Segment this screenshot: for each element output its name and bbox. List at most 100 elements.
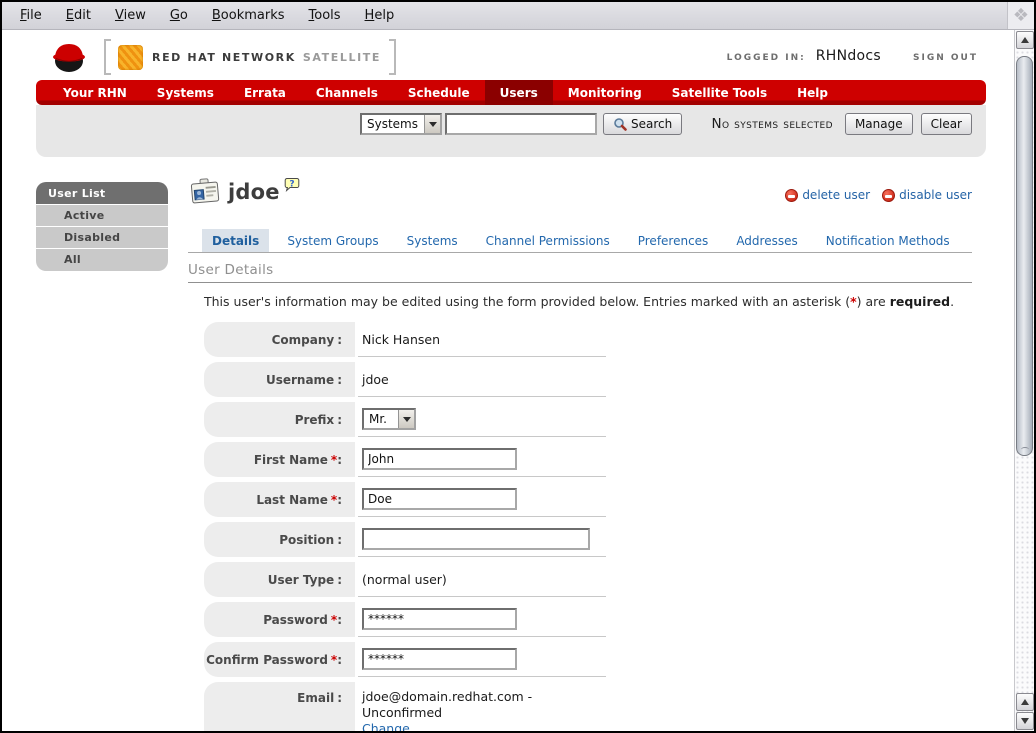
redhat-shadowman-logo-icon: [48, 38, 90, 76]
confirm-password-cell: [358, 642, 606, 677]
menu-go[interactable]: Go: [158, 4, 200, 27]
first-name-input[interactable]: [362, 448, 517, 470]
prefix-select-value: Mr.: [364, 410, 398, 428]
position-label: Position:: [204, 522, 355, 557]
form-row-last-name: Last Name*:: [204, 482, 606, 517]
delete-user-link[interactable]: delete user: [785, 188, 870, 202]
email-value: jdoe@domain.redhat.com - Unconfirmed: [362, 689, 606, 721]
disable-user-link[interactable]: disable user: [882, 188, 972, 202]
tab-details[interactable]: Details: [202, 229, 269, 252]
clear-button[interactable]: Clear: [921, 113, 972, 135]
username-label: Username:: [204, 362, 355, 397]
form-row-email: Email: jdoe@domain.redhat.com - Unconfir…: [204, 682, 606, 731]
user-type-value: (normal user): [358, 562, 606, 597]
tab-preferences[interactable]: Preferences: [628, 229, 719, 252]
nav-systems[interactable]: Systems: [142, 80, 229, 105]
product-name: RED HAT NETWORKSATELLITE: [152, 51, 389, 64]
form-row-user-type: User Type: (normal user): [204, 562, 606, 597]
user-type-label: User Type:: [204, 562, 355, 597]
intro-text: This user's information may be edited us…: [204, 294, 972, 309]
bracket-left: [104, 39, 111, 75]
scrollbar-thumb[interactable]: [1016, 56, 1033, 456]
tab-addresses[interactable]: Addresses: [726, 229, 807, 252]
menu-edit[interactable]: Edit: [54, 4, 103, 27]
first-name-cell: [358, 442, 606, 477]
select-dropdown-button[interactable]: [424, 115, 440, 133]
menu-help[interactable]: Help: [353, 4, 407, 27]
sidebar-item-disabled[interactable]: Disabled: [36, 226, 168, 248]
sidebar-user-list: User List Active Disabled All: [36, 182, 168, 271]
email-label: Email:: [204, 682, 355, 731]
disable-icon: [882, 189, 895, 202]
nav-schedule[interactable]: Schedule: [393, 80, 485, 105]
scroll-down-button[interactable]: [1016, 712, 1034, 730]
email-cell: jdoe@domain.redhat.com - Unconfirmed Cha…: [358, 682, 606, 731]
tab-systems[interactable]: Systems: [397, 229, 468, 252]
sidebar-title: User List: [36, 182, 168, 204]
sign-out-link[interactable]: Sign out: [913, 53, 978, 63]
vertical-scrollbar[interactable]: [1014, 30, 1034, 731]
browser-throbber-icon: ❖: [1007, 2, 1034, 29]
menu-view[interactable]: View: [103, 4, 158, 27]
system-selection-group: No systems selected Manage Clear: [711, 113, 972, 135]
section-heading: User Details: [188, 262, 972, 283]
company-label: Company:: [204, 322, 355, 357]
nav-help[interactable]: Help: [782, 80, 843, 105]
manage-button[interactable]: Manage: [845, 113, 913, 135]
form-row-first-name: First Name*:: [204, 442, 606, 477]
chevron-down-icon: [403, 417, 411, 422]
sidebar-item-active[interactable]: Active: [36, 204, 168, 226]
product-suffix: SATELLITE: [303, 51, 381, 64]
scroll-up-button[interactable]: [1016, 31, 1034, 49]
first-name-label: First Name*:: [204, 442, 355, 477]
menu-bookmarks[interactable]: Bookmarks: [200, 4, 297, 27]
page-title-row: jdoe ?: [190, 178, 300, 206]
bracket-right: [389, 39, 396, 75]
logged-in-username: RHNdocs: [816, 48, 881, 64]
help-icon[interactable]: ?: [284, 177, 300, 193]
form-row-prefix: Prefix: Mr.: [204, 402, 606, 437]
form-row-confirm-password: Confirm Password*:: [204, 642, 606, 677]
select-dropdown-button[interactable]: [398, 410, 414, 428]
detail-tabs: Details System Groups Systems Channel Pe…: [188, 227, 972, 253]
username-value: jdoe: [358, 362, 606, 397]
nav-users[interactable]: Users: [485, 80, 553, 105]
arrow-up-icon: [1021, 37, 1029, 43]
scroll-up-button-bottom[interactable]: [1016, 693, 1034, 711]
tab-channel-permissions[interactable]: Channel Permissions: [476, 229, 620, 252]
password-input[interactable]: [362, 608, 517, 630]
arrow-up-icon: [1021, 699, 1029, 705]
nav-your-rhn[interactable]: Your RHN: [48, 80, 142, 105]
disable-user-label: disable user: [899, 188, 972, 202]
nav-monitoring[interactable]: Monitoring: [553, 80, 657, 105]
chevron-down-icon: [429, 122, 437, 127]
nav-satellite-tools[interactable]: Satellite Tools: [657, 80, 782, 105]
position-input[interactable]: [362, 528, 590, 550]
search-category-value: Systems: [362, 115, 424, 133]
password-cell: [358, 602, 606, 637]
sidebar-item-all[interactable]: All: [36, 248, 168, 271]
prefix-label: Prefix:: [204, 402, 355, 437]
form-row-password: Password*:: [204, 602, 606, 637]
last-name-cell: [358, 482, 606, 517]
change-email-link[interactable]: Change: [362, 721, 410, 731]
confirm-password-input[interactable]: [362, 648, 517, 670]
tab-notification-methods[interactable]: Notification Methods: [816, 229, 960, 252]
last-name-label: Last Name*:: [204, 482, 355, 517]
menu-file[interactable]: File: [8, 4, 54, 27]
nav-channels[interactable]: Channels: [301, 80, 393, 105]
search-category-select[interactable]: Systems: [360, 113, 442, 135]
selection-status-text: No systems selected: [711, 116, 832, 132]
form-row-company: Company: Nick Hansen: [204, 322, 606, 357]
nav-errata[interactable]: Errata: [229, 80, 301, 105]
search-strip: Systems Search No systems selected Manag…: [36, 105, 986, 157]
last-name-input[interactable]: [362, 488, 517, 510]
search-input[interactable]: [445, 113, 597, 135]
tab-system-groups[interactable]: System Groups: [277, 229, 388, 252]
prefix-select[interactable]: Mr.: [362, 408, 416, 430]
top-navigation: Your RHN Systems Errata Channels Schedul…: [36, 80, 986, 105]
menu-tools[interactable]: Tools: [297, 4, 353, 27]
confirm-password-label: Confirm Password*:: [204, 642, 355, 677]
user-id-card-icon: [190, 178, 220, 206]
search-button[interactable]: Search: [603, 113, 682, 135]
